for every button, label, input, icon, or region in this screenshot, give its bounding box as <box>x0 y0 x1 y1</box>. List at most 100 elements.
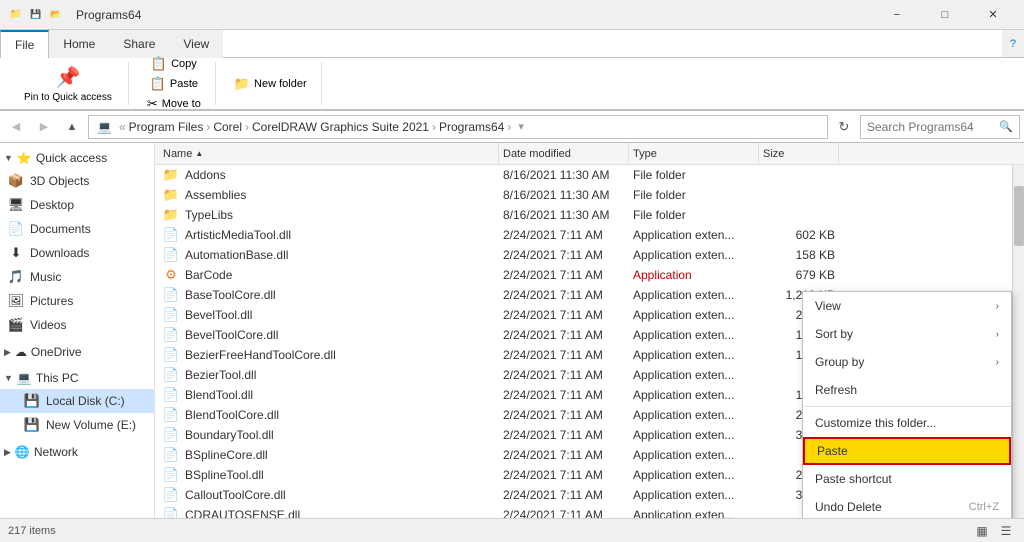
path-segment-3[interactable]: CorelDRAW Graphics Suite 2021 <box>252 120 429 134</box>
onedrive-icon: ☁ <box>15 345 27 359</box>
dll-icon: 📄 <box>163 247 179 263</box>
move-button[interactable]: ✂ Move to <box>141 95 207 113</box>
path-segment-2[interactable]: Corel <box>213 120 242 134</box>
col-size-label: Size <box>763 148 784 160</box>
file-size: 679 KB <box>759 268 839 282</box>
forward-button[interactable]: ▶ <box>32 115 56 139</box>
tab-share[interactable]: Share <box>109 30 169 58</box>
copy-label: Copy <box>171 58 197 70</box>
table-row[interactable]: 📄AutomationBase.dll 2/24/2021 7:11 AM Ap… <box>155 245 1024 265</box>
sidebar-section-this-pc[interactable]: ▼ 💻 This PC <box>0 367 154 389</box>
table-row[interactable]: 📁TypeLibs 8/16/2021 11:30 AM File folder <box>155 205 1024 225</box>
ctx-item-label: Customize this folder... <box>815 416 936 430</box>
table-row[interactable]: 📁Addons 8/16/2021 11:30 AM File folder <box>155 165 1024 185</box>
col-header-size[interactable]: Size <box>759 143 839 164</box>
maximize-button[interactable]: □ <box>922 0 968 30</box>
new-folder-button[interactable]: 📁 New folder <box>228 75 313 93</box>
path-dropdown[interactable]: ▾ <box>518 120 524 133</box>
file-date: 2/24/2021 7:11 AM <box>499 288 629 302</box>
sidebar-item-3d-objects[interactable]: 📦 3D Objects <box>0 169 154 193</box>
context-menu-item[interactable]: Paste shortcut <box>803 465 1011 493</box>
this-pc-arrow: ▼ <box>4 373 13 383</box>
sidebar-section-onedrive[interactable]: ▶ ☁ OneDrive <box>0 341 154 363</box>
path-segment-1[interactable]: Program Files <box>129 120 204 134</box>
context-menu-item[interactable]: Undo DeleteCtrl+Z <box>803 493 1011 518</box>
scroll-track[interactable] <box>1012 165 1024 518</box>
col-header-date[interactable]: Date modified <box>499 143 629 164</box>
music-icon: 🎵 <box>8 269 24 285</box>
context-menu-item[interactable]: Customize this folder... <box>803 409 1011 437</box>
tab-file[interactable]: File <box>0 30 49 58</box>
paste-button[interactable]: 📋 Paste <box>144 75 204 93</box>
ctx-item-label: Paste shortcut <box>815 472 892 486</box>
dll-icon: 📄 <box>163 487 179 503</box>
col-header-name[interactable]: Name ▲ <box>159 143 499 164</box>
ctx-item-arrow: › <box>996 301 999 312</box>
sidebar-item-desktop-label: Desktop <box>30 198 74 212</box>
file-date: 8/16/2021 11:30 AM <box>499 208 629 222</box>
copy-button[interactable]: 📋 Copy <box>145 55 203 73</box>
up-button[interactable]: ▲ <box>60 115 84 139</box>
sidebar-item-videos[interactable]: 🎬 Videos <box>0 313 154 337</box>
refresh-button[interactable]: ↻ <box>832 115 856 139</box>
context-menu-item[interactable]: Sort by› <box>803 320 1011 348</box>
context-menu-item[interactable]: Refresh <box>803 376 1011 404</box>
sidebar-section-quick-access[interactable]: ▼ ⭐ Quick access <box>0 147 154 169</box>
sidebar-item-documents[interactable]: 📄 Documents <box>0 217 154 241</box>
sidebar-item-music[interactable]: 🎵 Music <box>0 265 154 289</box>
file-type: Application exten... <box>629 448 759 462</box>
file-name: 📄BoundaryTool.dll <box>159 427 499 443</box>
file-type: Application exten... <box>629 368 759 382</box>
folder-icon: 📁 <box>163 167 179 183</box>
context-menu-item[interactable]: Group by› <box>803 348 1011 376</box>
file-name: 📄BaseToolCore.dll <box>159 287 499 303</box>
file-type: Application exten... <box>629 328 759 342</box>
file-type: File folder <box>629 208 759 222</box>
sidebar-item-downloads-label: Downloads <box>30 246 89 260</box>
file-type: Application exten... <box>629 408 759 422</box>
file-type: File folder <box>629 168 759 182</box>
back-button[interactable]: ◀ <box>4 115 28 139</box>
copy-path-button[interactable]: 📌 Pin to Quick access <box>16 61 120 107</box>
context-menu-item[interactable]: View › <box>803 292 1011 320</box>
file-name: 📄BezierTool.dll <box>159 367 499 383</box>
tab-home[interactable]: Home <box>49 30 109 58</box>
scroll-thumb[interactable] <box>1014 186 1024 246</box>
grid-view-button[interactable]: ▦ <box>972 521 992 541</box>
sidebar: ▼ ⭐ Quick access 📦 3D Objects 🖥 Desktop … <box>0 143 155 518</box>
file-date: 2/24/2021 7:11 AM <box>499 228 629 242</box>
sidebar-section-network[interactable]: ▶ 🌐 Network <box>0 441 154 463</box>
ctx-item-label: View <box>815 299 841 313</box>
file-date: 2/24/2021 7:11 AM <box>499 248 629 262</box>
search-input[interactable] <box>867 120 999 134</box>
dll-icon: 📄 <box>163 387 179 403</box>
file-name: 📄BSplineCore.dll <box>159 447 499 463</box>
sidebar-item-pictures[interactable]: 🖼 Pictures <box>0 289 154 313</box>
file-type: Application exten... <box>629 308 759 322</box>
onedrive-arrow: ▶ <box>4 347 11 358</box>
pin-icon: 📌 <box>55 65 80 90</box>
sidebar-item-local-disk[interactable]: 💾 Local Disk (C:) <box>0 389 154 413</box>
file-name: 📄BlendToolCore.dll <box>159 407 499 423</box>
file-type: Application exten... <box>629 468 759 482</box>
context-menu-item[interactable]: Paste <box>803 437 1011 465</box>
dll-icon: 📄 <box>163 407 179 423</box>
title-bar: 📁 💾 📂 Programs64 − □ ✕ <box>0 0 1024 30</box>
path-segment-4[interactable]: Programs64 <box>439 120 504 134</box>
list-view-button[interactable]: ☰ <box>996 521 1016 541</box>
col-header-type[interactable]: Type <box>629 143 759 164</box>
sidebar-item-downloads[interactable]: ⬇ Downloads <box>0 241 154 265</box>
tab-view[interactable]: View <box>169 30 223 58</box>
minimize-button[interactable]: − <box>874 0 920 30</box>
ribbon-content: 📌 Pin to Quick access 📋 Copy 📋 Paste ✂ M… <box>0 58 1024 110</box>
table-row[interactable]: 📁Assemblies 8/16/2021 11:30 AM File fold… <box>155 185 1024 205</box>
address-path[interactable]: 💻 « Program Files › Corel › CorelDRAW Gr… <box>88 115 828 139</box>
table-row[interactable]: ⚙BarCode 2/24/2021 7:11 AM Application 6… <box>155 265 1024 285</box>
help-icon[interactable]: ? <box>1010 38 1016 50</box>
sidebar-item-new-volume[interactable]: 💾 New Volume (E:) <box>0 413 154 437</box>
this-pc-label: This PC <box>36 371 79 385</box>
close-button[interactable]: ✕ <box>970 0 1016 30</box>
file-date: 2/24/2021 7:11 AM <box>499 388 629 402</box>
sidebar-item-desktop[interactable]: 🖥 Desktop <box>0 193 154 217</box>
table-row[interactable]: 📄ArtisticMediaTool.dll 2/24/2021 7:11 AM… <box>155 225 1024 245</box>
